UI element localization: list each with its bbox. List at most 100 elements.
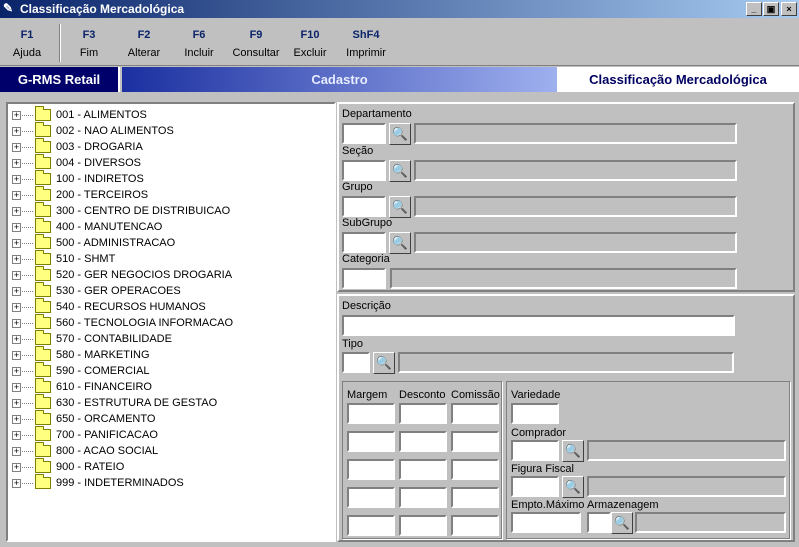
- tree-item[interactable]: +540 - RECURSOS HUMANOS: [12, 298, 206, 315]
- tree-item[interactable]: +003 - DROGARIA: [12, 138, 143, 155]
- tree-item[interactable]: +560 - TECNOLOGIA INFORMACAO: [12, 314, 233, 331]
- expand-icon[interactable]: +: [12, 110, 21, 120]
- expand-icon[interactable]: +: [12, 286, 21, 296]
- desconto-input[interactable]: [399, 431, 447, 452]
- expand-icon[interactable]: +: [12, 174, 21, 184]
- tree-item[interactable]: +570 - CONTABILIDADE: [12, 330, 172, 347]
- expand-icon[interactable]: +: [12, 190, 21, 200]
- tree-item[interactable]: +520 - GER NEGOCIOS DROGARIA: [12, 266, 232, 283]
- armazenagem-code-input[interactable]: [587, 512, 611, 533]
- desconto-input[interactable]: [399, 403, 447, 424]
- margem-input[interactable]: [347, 431, 395, 452]
- expand-icon[interactable]: +: [12, 142, 21, 152]
- tree-item[interactable]: +700 - PANIFICACAO: [12, 426, 158, 443]
- minimize-button[interactable]: _: [746, 2, 762, 16]
- folder-icon: [35, 410, 51, 425]
- comissao-input[interactable]: [451, 515, 499, 536]
- expand-icon[interactable]: +: [12, 398, 21, 408]
- tree-item[interactable]: +530 - GER OPERACOES: [12, 282, 181, 299]
- tree-item-label: 580 - MARKETING: [56, 349, 150, 361]
- expand-icon[interactable]: +: [12, 238, 21, 248]
- tree-item-label: 500 - ADMINISTRACAO: [56, 237, 176, 249]
- grupo-code-input[interactable]: [342, 196, 386, 217]
- expand-icon[interactable]: +: [12, 254, 21, 264]
- tree-item[interactable]: +590 - COMERCIAL: [12, 362, 150, 379]
- tree-item[interactable]: +800 - ACAO SOCIAL: [12, 442, 158, 459]
- figura-fiscal-lookup-button[interactable]: 🔍: [562, 476, 584, 498]
- tree-item[interactable]: +999 - INDETERMINADOS: [12, 474, 184, 491]
- comissao-input[interactable]: [451, 487, 499, 508]
- expand-icon[interactable]: +: [12, 318, 21, 328]
- tree-item[interactable]: +400 - MANUTENCAO: [12, 218, 162, 235]
- tree-item[interactable]: +100 - INDIRETOS: [12, 170, 144, 187]
- expand-icon[interactable]: +: [12, 478, 21, 488]
- tree-item[interactable]: +900 - RATEIO: [12, 458, 124, 475]
- tree-item[interactable]: +630 - ESTRUTURA DE GESTAO: [12, 394, 217, 411]
- tree-item[interactable]: +650 - ORCAMENTO: [12, 410, 155, 427]
- departamento-code-input[interactable]: [342, 123, 386, 144]
- margem-input[interactable]: [347, 403, 395, 424]
- delete-button[interactable]: F10 Excluir: [287, 29, 333, 59]
- expand-icon[interactable]: +: [12, 350, 21, 360]
- tipo-lookup-button[interactable]: 🔍: [373, 352, 395, 374]
- armazenagem-lookup-button[interactable]: 🔍: [611, 512, 633, 534]
- exit-button[interactable]: F3 Fim: [66, 29, 112, 59]
- tree-item[interactable]: +510 - SHMT: [12, 250, 115, 267]
- margem-input[interactable]: [347, 515, 395, 536]
- expand-icon[interactable]: +: [12, 430, 21, 440]
- close-button[interactable]: ×: [781, 2, 797, 16]
- subgrupo-code-input[interactable]: [342, 232, 386, 253]
- help-button[interactable]: F1 Ajuda: [4, 29, 50, 59]
- comissao-input[interactable]: [451, 431, 499, 452]
- expand-icon[interactable]: +: [12, 126, 21, 136]
- desconto-input[interactable]: [399, 515, 447, 536]
- expand-icon[interactable]: +: [12, 222, 21, 232]
- expand-icon[interactable]: +: [12, 270, 21, 280]
- categoria-code-input[interactable]: [342, 268, 386, 289]
- expand-icon[interactable]: +: [12, 382, 21, 392]
- expand-icon[interactable]: +: [12, 302, 21, 312]
- query-button[interactable]: F9 Consultar: [230, 29, 282, 59]
- classification-tree[interactable]: +001 - ALIMENTOS +002 - NAO ALIMENTOS +0…: [6, 102, 336, 542]
- tree-item[interactable]: +580 - MARKETING: [12, 346, 150, 363]
- maximize-button[interactable]: ▣: [763, 2, 779, 16]
- tree-item[interactable]: +001 - ALIMENTOS: [12, 106, 147, 123]
- insert-button[interactable]: F6 Incluir: [176, 29, 222, 59]
- empto-maximo-input[interactable]: [511, 512, 581, 533]
- subgrupo-lookup-button[interactable]: 🔍: [389, 232, 411, 254]
- tree-item[interactable]: +500 - ADMINISTRACAO: [12, 234, 176, 251]
- secao-code-input[interactable]: [342, 160, 386, 181]
- tree-item[interactable]: +610 - FINANCEIRO: [12, 378, 152, 395]
- expand-icon[interactable]: +: [12, 366, 21, 376]
- expand-icon[interactable]: +: [12, 334, 21, 344]
- folder-icon: [35, 362, 51, 377]
- expand-icon[interactable]: +: [12, 414, 21, 424]
- comprador-lookup-button[interactable]: 🔍: [562, 440, 584, 462]
- expand-icon[interactable]: +: [12, 446, 21, 456]
- expand-icon[interactable]: +: [12, 206, 21, 216]
- tree-item[interactable]: +002 - NAO ALIMENTOS: [12, 122, 174, 139]
- expand-icon[interactable]: +: [12, 462, 21, 472]
- desconto-input[interactable]: [399, 459, 447, 480]
- tree-line: [22, 370, 33, 372]
- tree-item[interactable]: +300 - CENTRO DE DISTRIBUICAO: [12, 202, 230, 219]
- expand-icon[interactable]: +: [12, 158, 21, 168]
- margem-input[interactable]: [347, 459, 395, 480]
- grupo-lookup-button[interactable]: 🔍: [389, 196, 411, 218]
- comprador-code-input[interactable]: [511, 440, 559, 461]
- figura-fiscal-code-input[interactable]: [511, 476, 559, 497]
- edit-button[interactable]: F2 Alterar: [121, 29, 167, 59]
- tree-item[interactable]: +200 - TERCEIROS: [12, 186, 148, 203]
- tipo-label: Tipo: [342, 338, 363, 350]
- comissao-input[interactable]: [451, 459, 499, 480]
- margem-input[interactable]: [347, 487, 395, 508]
- print-button[interactable]: ShF4 Imprimir: [342, 29, 390, 59]
- secao-lookup-button[interactable]: 🔍: [389, 160, 411, 182]
- tipo-code-input[interactable]: [342, 352, 370, 373]
- departamento-lookup-button[interactable]: 🔍: [389, 123, 411, 145]
- desconto-input[interactable]: [399, 487, 447, 508]
- comissao-input[interactable]: [451, 403, 499, 424]
- descricao-input[interactable]: [342, 315, 735, 336]
- variedade-input[interactable]: [511, 403, 559, 424]
- tree-item[interactable]: +004 - DIVERSOS: [12, 154, 141, 171]
